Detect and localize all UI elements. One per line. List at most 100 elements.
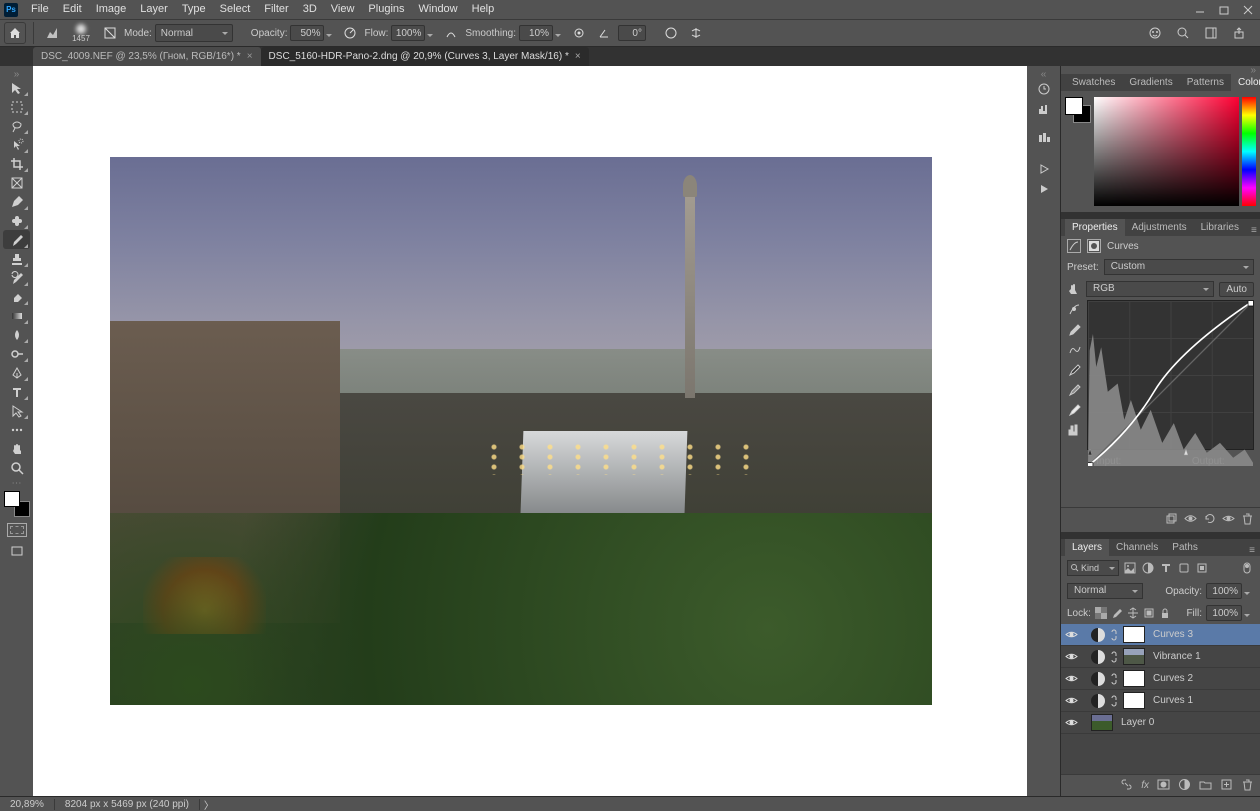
tab-channels[interactable]: Channels bbox=[1109, 539, 1165, 556]
minimize-button[interactable] bbox=[1188, 0, 1212, 19]
symmetry-button[interactable] bbox=[685, 22, 707, 44]
brush-settings-button[interactable] bbox=[99, 22, 121, 44]
menu-3d[interactable]: 3D bbox=[296, 0, 324, 19]
lock-all-icon[interactable] bbox=[1159, 607, 1171, 619]
actions-icon[interactable] bbox=[1032, 160, 1056, 178]
workspace-icon[interactable] bbox=[1200, 22, 1222, 44]
link-icon[interactable] bbox=[1109, 650, 1119, 664]
layer-row[interactable]: Curves 1 bbox=[1061, 690, 1260, 712]
crop-tool[interactable] bbox=[3, 154, 30, 173]
menu-help[interactable]: Help bbox=[465, 0, 502, 19]
fx-icon[interactable]: fx bbox=[1141, 780, 1149, 791]
quick-select-tool[interactable] bbox=[3, 135, 30, 154]
angle-input[interactable]: 0° bbox=[618, 25, 646, 41]
panel-menu-icon[interactable]: ≡ bbox=[1246, 225, 1260, 236]
mask-thumb[interactable] bbox=[1123, 670, 1145, 687]
lock-artboard-icon[interactable] bbox=[1143, 607, 1155, 619]
mask-thumb[interactable] bbox=[1123, 692, 1145, 709]
status-menu-arrow[interactable]: 〉 bbox=[200, 797, 218, 811]
adj-layer-icon[interactable] bbox=[1178, 778, 1191, 794]
blend-mode-dropdown[interactable]: Normal bbox=[155, 24, 233, 42]
fill-input[interactable]: 100% bbox=[1206, 605, 1242, 621]
visibility-toggle[interactable] bbox=[1065, 650, 1079, 664]
healing-tool[interactable] bbox=[3, 211, 30, 230]
link-icon[interactable] bbox=[1109, 672, 1119, 686]
tab-properties[interactable]: Properties bbox=[1065, 219, 1125, 236]
gradient-tool[interactable] bbox=[3, 306, 30, 325]
type-tool[interactable] bbox=[3, 382, 30, 401]
flow-input[interactable]: 100% bbox=[391, 25, 437, 41]
sample-gray-tool[interactable] bbox=[1067, 382, 1081, 396]
hue-strip[interactable] bbox=[1242, 97, 1256, 206]
screen-mode-button[interactable] bbox=[3, 541, 30, 560]
close-button[interactable] bbox=[1236, 0, 1260, 19]
menu-select[interactable]: Select bbox=[213, 0, 258, 19]
toolbox-handle[interactable]: » bbox=[4, 70, 30, 78]
tab-adjustments[interactable]: Adjustments bbox=[1125, 219, 1194, 236]
channel-dropdown[interactable]: RGB bbox=[1086, 281, 1214, 297]
mask-thumb[interactable] bbox=[1123, 648, 1145, 665]
brush-preset-picker[interactable]: 1457 bbox=[66, 21, 96, 45]
play-icon[interactable] bbox=[1032, 180, 1056, 198]
sample-black-tool[interactable] bbox=[1067, 402, 1081, 416]
ellipsis-tool[interactable] bbox=[3, 420, 30, 439]
tab-close-icon[interactable]: × bbox=[575, 51, 581, 62]
filter-smart-icon[interactable] bbox=[1195, 561, 1209, 575]
zoom-level[interactable]: 20,89% bbox=[0, 799, 55, 810]
pen-tool[interactable] bbox=[3, 363, 30, 382]
smoothing-input[interactable]: 10% bbox=[519, 25, 565, 41]
lock-pos-icon[interactable] bbox=[1127, 607, 1139, 619]
menu-edit[interactable]: Edit bbox=[56, 0, 89, 19]
hand-tool[interactable] bbox=[3, 439, 30, 458]
layer-row[interactable]: Curves 3 bbox=[1061, 624, 1260, 646]
panel-menu-icon[interactable]: ≡ bbox=[1244, 545, 1260, 556]
color-swatch[interactable] bbox=[1065, 97, 1091, 123]
menu-file[interactable]: File bbox=[24, 0, 56, 19]
stamp-tool[interactable] bbox=[3, 249, 30, 268]
document-tab[interactable]: DSC_5160-HDR-Pano-2.dng @ 20,9% (Curves … bbox=[261, 47, 589, 66]
menu-filter[interactable]: Filter bbox=[257, 0, 295, 19]
canvas[interactable] bbox=[33, 66, 1027, 796]
color-field[interactable] bbox=[1094, 97, 1239, 206]
link-icon[interactable] bbox=[1109, 628, 1119, 642]
filter-kind-dropdown[interactable]: Kind bbox=[1067, 560, 1119, 576]
visibility-toggle[interactable] bbox=[1065, 716, 1079, 730]
link-layers-icon[interactable] bbox=[1120, 778, 1133, 794]
dodge-tool[interactable] bbox=[3, 344, 30, 363]
tab-paths[interactable]: Paths bbox=[1165, 539, 1205, 556]
curve-draw-tool[interactable] bbox=[1067, 322, 1081, 336]
tab-libraries[interactable]: Libraries bbox=[1194, 219, 1246, 236]
layer-row[interactable]: Vibrance 1 bbox=[1061, 646, 1260, 668]
tab-swatches[interactable]: Swatches bbox=[1065, 74, 1122, 91]
mask-thumb[interactable] bbox=[1123, 626, 1145, 643]
visibility-icon[interactable] bbox=[1222, 512, 1235, 528]
move-tool[interactable] bbox=[3, 78, 30, 97]
visibility-toggle[interactable] bbox=[1065, 628, 1079, 642]
finger-icon[interactable] bbox=[1067, 282, 1081, 296]
pressure-opacity-button[interactable] bbox=[339, 22, 361, 44]
eyedropper-tool[interactable] bbox=[3, 192, 30, 211]
menu-layer[interactable]: Layer bbox=[133, 0, 175, 19]
view-prev-icon[interactable] bbox=[1184, 512, 1197, 528]
curve-point-tool[interactable] bbox=[1067, 302, 1081, 316]
doc-dimensions[interactable]: 8204 px x 5469 px (240 ppi) bbox=[55, 799, 200, 810]
visibility-toggle[interactable] bbox=[1065, 672, 1079, 686]
pressure-size-button[interactable] bbox=[660, 22, 682, 44]
layer-row[interactable]: Layer 0 bbox=[1061, 712, 1260, 734]
group-icon[interactable] bbox=[1199, 778, 1212, 794]
extra-icon-1[interactable] bbox=[1032, 128, 1056, 146]
layer-opacity-input[interactable]: 100% bbox=[1206, 583, 1242, 599]
lock-pixels-icon[interactable] bbox=[1111, 607, 1123, 619]
preset-dropdown[interactable]: Custom bbox=[1104, 259, 1254, 275]
history-brush-tool[interactable] bbox=[3, 268, 30, 287]
tab-close-icon[interactable]: × bbox=[247, 51, 253, 62]
eraser-tool[interactable] bbox=[3, 287, 30, 306]
document-tab[interactable]: DSC_4009.NEF @ 23,5% (Гном, RGB/16*) *× bbox=[33, 47, 261, 66]
filter-shape-icon[interactable] bbox=[1177, 561, 1191, 575]
auto-button[interactable]: Auto bbox=[1219, 282, 1254, 297]
clip-icon[interactable] bbox=[1165, 512, 1178, 528]
filter-pixel-icon[interactable] bbox=[1123, 561, 1137, 575]
airbrush-button[interactable] bbox=[440, 22, 462, 44]
filter-toggle[interactable] bbox=[1240, 561, 1254, 575]
new-layer-icon[interactable] bbox=[1220, 778, 1233, 794]
